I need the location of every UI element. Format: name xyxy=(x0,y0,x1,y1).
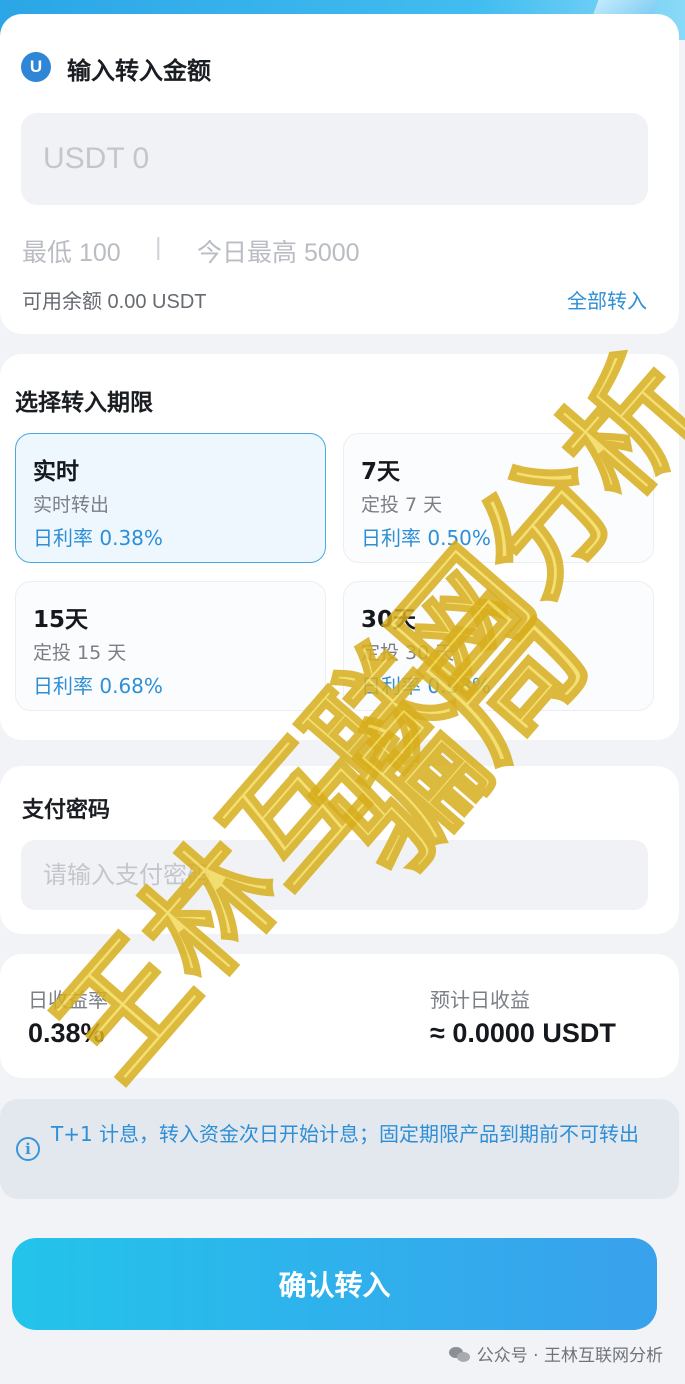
wechat-icon xyxy=(448,1347,471,1363)
usdt-coin-icon: U xyxy=(21,52,51,82)
limit-separator: | xyxy=(155,233,162,261)
daily-rate-value: 0.38% xyxy=(28,1018,105,1048)
min-amount-label: 最低 100 xyxy=(22,239,121,267)
term-title: 选择转入期限 xyxy=(15,390,153,416)
estimated-income-label: 预计日收益 xyxy=(430,988,530,1012)
term-option-desc: 定投 7 天 xyxy=(361,494,443,516)
term-option-15d[interactable]: 15天 定投 15 天 日利率 0.68% xyxy=(15,581,326,711)
available-balance: 可用余额 0.00 USDT xyxy=(22,291,207,313)
term-option-desc: 定投 30 天 xyxy=(361,642,455,664)
term-option-name: 7天 xyxy=(361,459,401,485)
term-option-rate: 日利率 0.38% xyxy=(33,526,163,550)
term-option-desc: 定投 15 天 xyxy=(33,642,127,664)
confirm-transfer-button[interactable]: 确认转入 xyxy=(12,1238,657,1330)
password-input[interactable] xyxy=(21,840,648,910)
transfer-all-link[interactable]: 全部转入 xyxy=(567,285,647,314)
daily-rate-label: 日收益率 xyxy=(28,988,108,1012)
footer-text: 公众号 · 王林互联网分析 xyxy=(476,1346,663,1366)
estimated-income-value: ≈ 0.0000 USDT xyxy=(430,1018,616,1048)
term-option-7d[interactable]: 7天 定投 7 天 日利率 0.50% xyxy=(343,433,654,563)
term-option-rate: 日利率 0.68% xyxy=(33,674,163,698)
yield-card xyxy=(0,954,679,1078)
info-icon: i xyxy=(16,1137,40,1161)
max-amount-label: 今日最高 5000 xyxy=(197,239,360,267)
term-option-rate: 日利率 0.98% xyxy=(361,674,491,698)
term-option-rate: 日利率 0.50% xyxy=(361,526,491,550)
term-option-30d[interactable]: 30天 定投 30 天 日利率 0.98% xyxy=(343,581,654,711)
password-title: 支付密码 xyxy=(22,798,111,823)
amount-input[interactable] xyxy=(21,113,648,205)
term-option-name: 15天 xyxy=(33,607,89,633)
term-option-realtime[interactable]: 实时 实时转出 日利率 0.38% xyxy=(15,433,326,563)
term-option-desc: 实时转出 xyxy=(33,494,110,516)
term-option-name: 实时 xyxy=(33,459,79,485)
notice-text: T+1 计息，转入资金次日开始计息；固定期限产品到期前不可转出 xyxy=(51,1122,640,1146)
footer-attribution: 公众号 · 王林互联网分析 xyxy=(448,1341,663,1366)
amount-title: 输入转入金额 xyxy=(67,57,211,85)
term-option-name: 30天 xyxy=(361,607,417,633)
